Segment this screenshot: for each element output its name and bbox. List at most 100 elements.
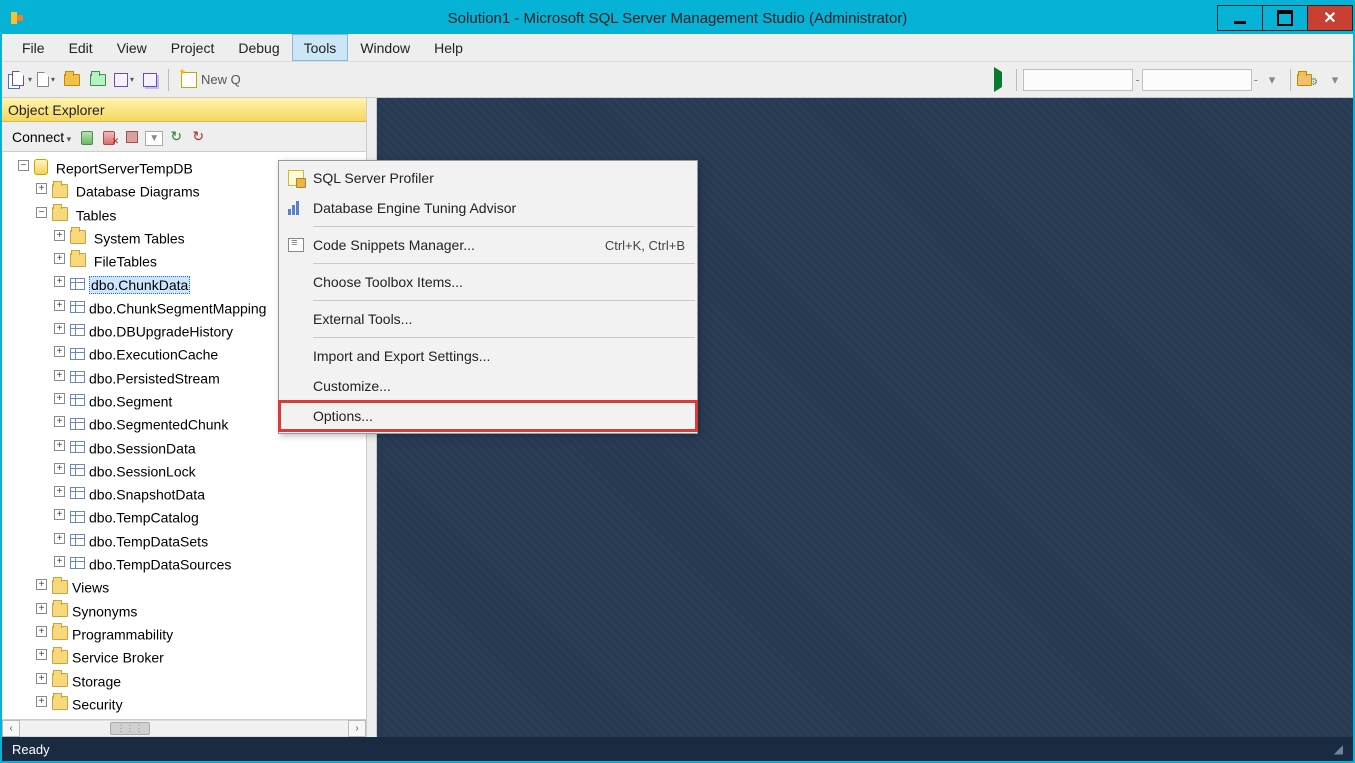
- settings-folder-button[interactable]: [1297, 68, 1321, 92]
- tree-node-folder[interactable]: Storage: [52, 669, 366, 692]
- expand-toggle[interactable]: [36, 673, 47, 684]
- expand-toggle[interactable]: [36, 183, 47, 194]
- menu-sql-profiler[interactable]: SQL Server Profiler: [279, 163, 697, 193]
- collapse-toggle[interactable]: [18, 160, 29, 171]
- menu-help[interactable]: Help: [422, 34, 475, 61]
- add-item-button[interactable]: [34, 68, 58, 92]
- debug-combo-1[interactable]: [1023, 69, 1133, 91]
- menu-options[interactable]: Options...: [279, 401, 697, 431]
- tree-node-label: Security: [72, 696, 123, 712]
- dropdown-arrow[interactable]: ▾: [1323, 68, 1347, 92]
- menu-tuning-advisor[interactable]: Database Engine Tuning Advisor: [279, 193, 697, 223]
- refresh-green-icon[interactable]: [167, 128, 185, 146]
- connect-object-icon[interactable]: [79, 128, 97, 146]
- save-button[interactable]: [112, 68, 136, 92]
- scroll-thumb[interactable]: ⋮⋮⋮: [110, 722, 150, 735]
- expand-toggle[interactable]: [54, 556, 65, 567]
- open-file-button[interactable]: [86, 68, 110, 92]
- tree-node-table[interactable]: dbo.TempCatalog: [70, 505, 366, 528]
- stop-icon[interactable]: [123, 128, 141, 146]
- folder-icon: [52, 673, 68, 687]
- tree-node-table[interactable]: dbo.SessionData: [70, 436, 366, 459]
- menu-window[interactable]: Window: [348, 34, 422, 61]
- expand-toggle[interactable]: [54, 300, 65, 311]
- menu-project[interactable]: Project: [159, 34, 227, 61]
- body-area: Object Explorer Connect ReportServerTemp…: [2, 98, 1353, 737]
- tree-node-label: Tables: [76, 207, 116, 223]
- expand-toggle[interactable]: [54, 486, 65, 497]
- folder-icon: [52, 650, 68, 664]
- debug-combo-2[interactable]: [1142, 69, 1252, 91]
- disconnect-icon[interactable]: [101, 128, 119, 146]
- expand-toggle[interactable]: [54, 253, 65, 264]
- expand-toggle[interactable]: [54, 463, 65, 474]
- expand-toggle[interactable]: [36, 603, 47, 614]
- menu-external-tools[interactable]: External Tools...: [279, 304, 697, 334]
- resize-grip[interactable]: ◢: [1334, 742, 1343, 756]
- expand-toggle[interactable]: [54, 533, 65, 544]
- table-icon: [70, 324, 85, 336]
- new-query-button[interactable]: New Q: [175, 68, 247, 92]
- tree-node-table[interactable]: dbo.SnapshotData: [70, 482, 366, 505]
- open-folder-button[interactable]: [60, 68, 84, 92]
- save-all-button[interactable]: [138, 68, 162, 92]
- tree-node-folder[interactable]: Service Broker: [52, 645, 366, 668]
- menu-bar: File Edit View Project Debug Tools Windo…: [2, 34, 1353, 62]
- table-icon: [70, 487, 85, 499]
- tree-node-table[interactable]: dbo.SessionLock: [70, 459, 366, 482]
- menu-item-label: Code Snippets Manager...: [313, 237, 605, 253]
- tree-node-label: ReportServerTempDB: [56, 160, 193, 176]
- menu-customize[interactable]: Customize...: [279, 371, 697, 401]
- expand-toggle[interactable]: [54, 393, 65, 404]
- expand-toggle[interactable]: [36, 579, 47, 590]
- scroll-left-arrow[interactable]: ‹: [2, 720, 20, 737]
- menu-separator: [313, 263, 695, 264]
- tree-node-folder[interactable]: Views: [52, 575, 366, 598]
- new-query-label: New Q: [201, 72, 241, 87]
- scroll-track[interactable]: ⋮⋮⋮: [20, 720, 348, 737]
- tree-node-label: System Tables: [94, 230, 185, 246]
- horizontal-scrollbar[interactable]: ‹ ⋮⋮⋮ ›: [2, 719, 366, 737]
- menu-import-export[interactable]: Import and Export Settings...: [279, 341, 697, 371]
- minimize-button[interactable]: [1217, 5, 1263, 31]
- close-button[interactable]: ✕: [1307, 5, 1353, 31]
- tree-node-folder[interactable]: Security: [52, 692, 366, 715]
- expand-toggle[interactable]: [54, 323, 65, 334]
- scroll-right-arrow[interactable]: ›: [348, 720, 366, 737]
- expand-toggle[interactable]: [36, 626, 47, 637]
- expand-toggle[interactable]: [36, 696, 47, 707]
- expand-toggle[interactable]: [54, 276, 65, 287]
- expand-toggle[interactable]: [54, 346, 65, 357]
- menu-view[interactable]: View: [105, 34, 159, 61]
- expand-toggle[interactable]: [54, 230, 65, 241]
- expand-toggle[interactable]: [54, 416, 65, 427]
- tuning-icon: [279, 201, 313, 215]
- tree-node-label: dbo.ChunkSegmentMapping: [89, 300, 266, 316]
- tree-node-table[interactable]: dbo.TempDataSources: [70, 552, 366, 575]
- toolbar-separator: [1016, 69, 1017, 91]
- collapse-toggle[interactable]: [36, 207, 47, 218]
- continue-button[interactable]: [986, 68, 1010, 92]
- tree-node-table[interactable]: dbo.TempDataSets: [70, 529, 366, 552]
- menu-edit[interactable]: Edit: [57, 34, 105, 61]
- tree-node-folder[interactable]: Programmability: [52, 622, 366, 645]
- folder-icon: [70, 230, 86, 244]
- dropdown-arrow[interactable]: ▾: [1260, 68, 1284, 92]
- expand-toggle[interactable]: [54, 509, 65, 520]
- connect-button[interactable]: Connect: [8, 127, 75, 147]
- menu-code-snippets[interactable]: Code Snippets Manager... Ctrl+K, Ctrl+B: [279, 230, 697, 260]
- maximize-button[interactable]: [1262, 5, 1308, 31]
- filter-icon[interactable]: [145, 128, 163, 146]
- menu-tools[interactable]: Tools: [292, 34, 349, 61]
- refresh-red-icon[interactable]: [189, 128, 207, 146]
- new-project-button[interactable]: [8, 68, 32, 92]
- menu-debug[interactable]: Debug: [226, 34, 291, 61]
- expand-toggle[interactable]: [36, 649, 47, 660]
- folder-icon: [52, 626, 68, 640]
- expand-toggle[interactable]: [54, 440, 65, 451]
- menu-choose-toolbox[interactable]: Choose Toolbox Items...: [279, 267, 697, 297]
- folder-icon: [70, 253, 86, 267]
- expand-toggle[interactable]: [54, 370, 65, 381]
- menu-file[interactable]: File: [10, 34, 57, 61]
- tree-node-folder[interactable]: Synonyms: [52, 599, 366, 622]
